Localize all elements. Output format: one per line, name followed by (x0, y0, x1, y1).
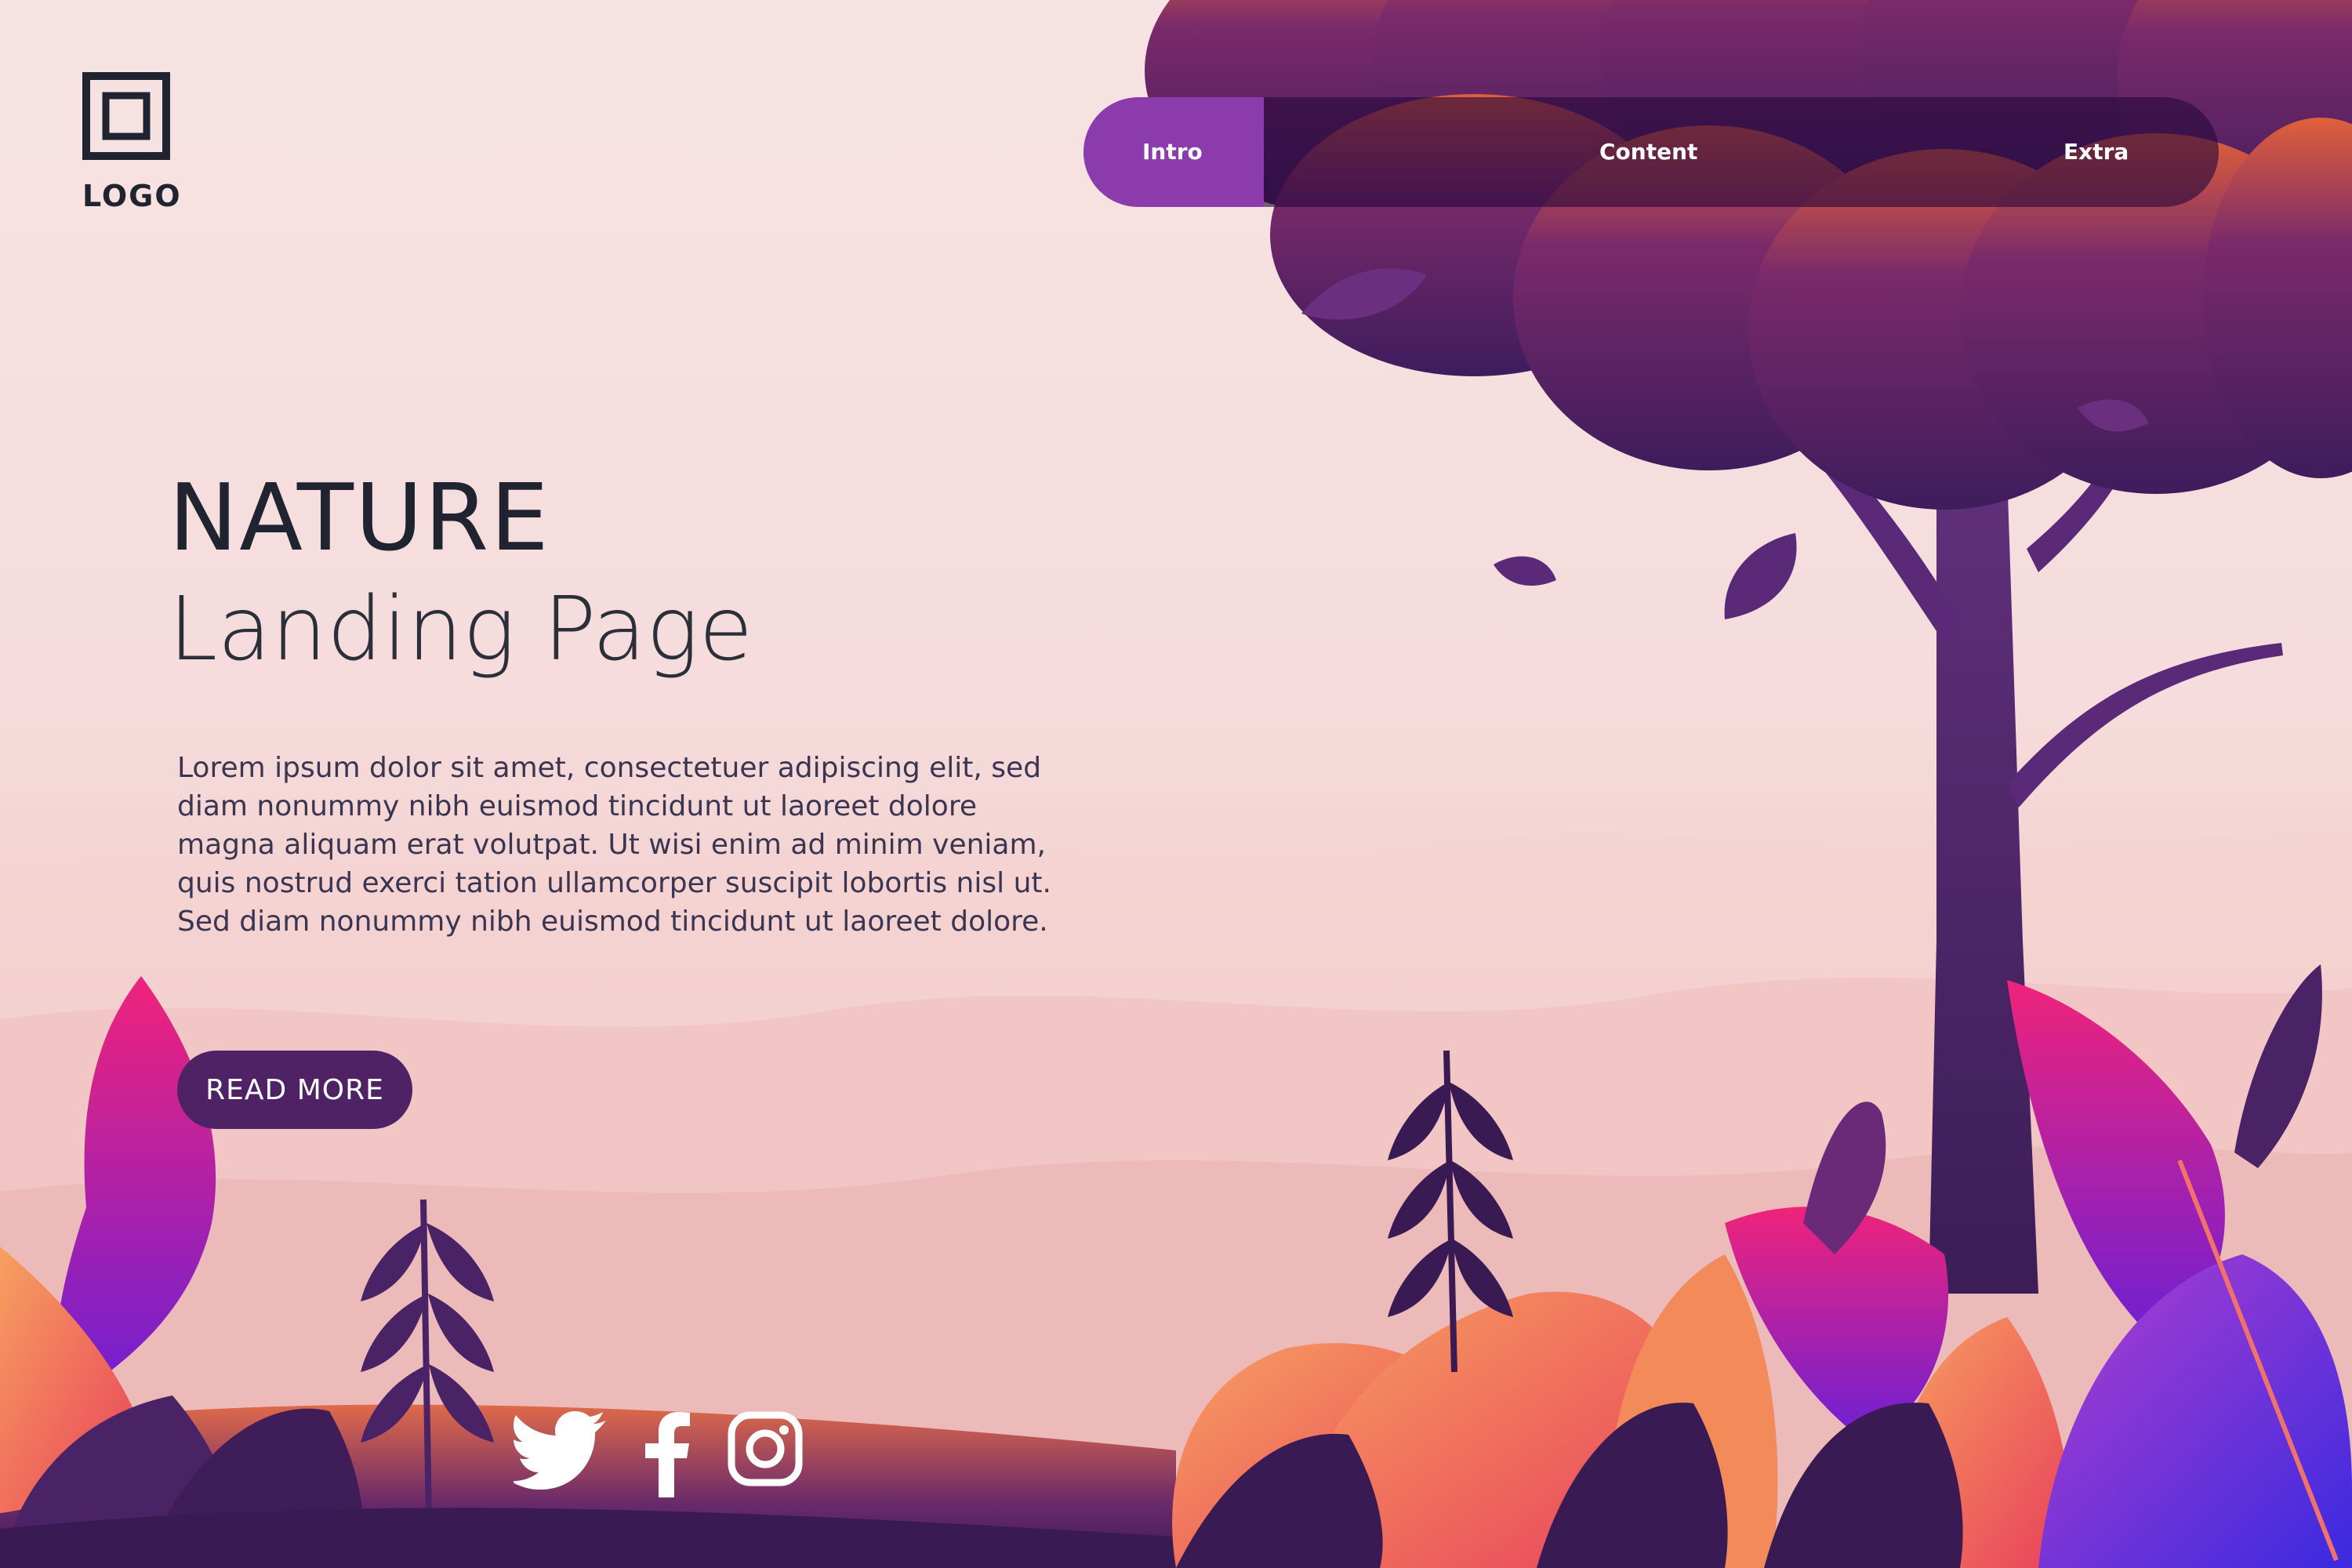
hero-body-line: diam nonummy nibh euismod tincidunt ut l… (177, 790, 977, 822)
read-more-button[interactable]: READ MORE (177, 1051, 412, 1129)
nav-item-extra[interactable]: Extra (2063, 97, 2129, 207)
logo[interactable]: LOGO (82, 72, 188, 213)
logo-mark-icon (82, 72, 170, 160)
nav-item-intro[interactable]: Intro (1142, 97, 1203, 207)
hero-body-line: magna aliquam erat volutpat. Ut wisi eni… (177, 829, 1046, 861)
hero-body-line: quis nostrud exerci tation ullamcorper s… (177, 867, 1051, 899)
hero-subtitle: Landing Page (169, 579, 753, 681)
facebook-icon[interactable] (643, 1411, 691, 1497)
hero-body-line: Sed diam nonummy nibh euismod tincidunt … (177, 906, 1048, 938)
logo-text: LOGO (82, 179, 182, 213)
instagram-icon[interactable] (728, 1411, 803, 1497)
hero-body-line: Lorem ipsum dolor sit amet, consectetuer… (177, 752, 1042, 784)
main-nav: Intro Content Extra (1083, 97, 2219, 207)
twitter-icon[interactable] (514, 1411, 606, 1497)
hero-body-text: Lorem ipsum dolor sit amet, consectetuer… (177, 749, 1102, 941)
nav-item-content[interactable]: Content (1599, 97, 1697, 207)
hero-title: NATURE (169, 463, 550, 572)
